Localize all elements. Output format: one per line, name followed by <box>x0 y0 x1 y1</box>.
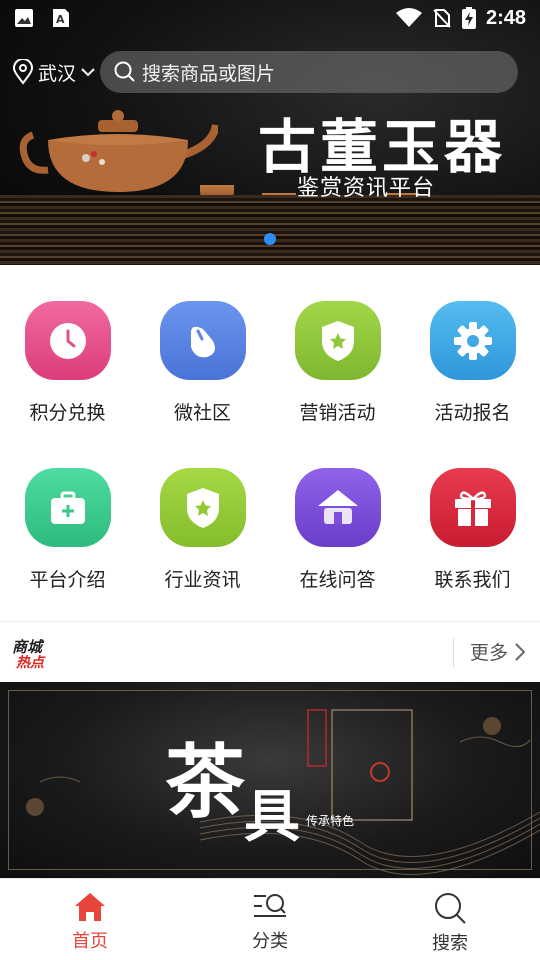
feature-grid: 积分兑换 微社区 营销活动 活动报名 平台介绍 行业资讯 在线问答 联系我们 <box>0 265 540 621</box>
grid-item-label: 行业资讯 <box>164 569 241 591</box>
mall-hot-logo: 商城 热点 <box>12 638 44 671</box>
grid-item-event-signup[interactable]: 活动报名 <box>405 265 540 425</box>
medkit-icon <box>24 468 111 547</box>
grid-item-micro-community[interactable]: 微社区 <box>135 265 270 425</box>
wifi-icon <box>395 8 422 27</box>
mall-hot-header: 商城 热点 更多 <box>0 622 540 682</box>
tea-set-banner[interactable]: 茶 具 传承特色 <box>0 682 540 878</box>
more-separator <box>453 638 454 668</box>
search-placeholder: 搜索商品或图片 <box>142 62 276 85</box>
category-search-icon <box>254 894 286 917</box>
teapot-image <box>19 110 218 208</box>
grid-item-platform-intro[interactable]: 平台介绍 <box>0 432 135 592</box>
grid-item-label: 在线问答 <box>299 569 376 591</box>
shield-star-icon <box>294 301 381 380</box>
grid-item-contact-us[interactable]: 联系我们 <box>405 432 540 592</box>
grid-item-online-qa[interactable]: 在线问答 <box>270 432 405 592</box>
grid-item-label: 营销活动 <box>299 402 376 424</box>
grid-item-industry-news[interactable]: 行业资讯 <box>135 432 270 592</box>
city-label: 武汉 <box>38 62 77 85</box>
chevron-down-icon <box>81 68 95 77</box>
battery-charging-icon <box>461 7 476 29</box>
a-letter-icon: A <box>53 9 69 27</box>
tea-banner-char2: 具 <box>244 785 300 850</box>
gift-icon <box>429 468 516 547</box>
grid-item-label: 微社区 <box>173 402 231 424</box>
grid-item-points-exchange[interactable]: 积分兑换 <box>0 265 135 425</box>
more-label: 更多 <box>469 642 508 664</box>
grid-item-label: 活动报名 <box>434 402 511 424</box>
status-bar: A 2:48 <box>0 0 540 36</box>
nav-home[interactable]: 首页 <box>0 879 180 960</box>
grid-item-label: 联系我们 <box>434 569 511 591</box>
house-icon <box>294 468 381 547</box>
nav-label: 首页 <box>72 931 108 952</box>
grid-item-marketing[interactable]: 营销活动 <box>270 265 405 425</box>
top-bar: 武汉 搜索商品或图片 <box>0 50 540 94</box>
nav-category[interactable]: 分类 <box>180 879 360 960</box>
bamboo-mat <box>0 195 540 265</box>
shield-star-icon <box>159 468 246 547</box>
search-input[interactable]: 搜索商品或图片 <box>100 51 518 93</box>
grid-item-label: 平台介绍 <box>29 569 106 591</box>
clock-icon <box>24 301 111 380</box>
status-time: 2:48 <box>485 6 526 29</box>
image-icon <box>15 9 33 27</box>
hero-banner[interactable]: 古董玉器 鉴赏资讯平台 <box>0 0 540 265</box>
bottom-nav: 首页 分类 搜索 <box>0 878 540 960</box>
svg-text:A: A <box>56 13 65 26</box>
banner-subtitle: 鉴赏资讯平台 <box>297 176 436 201</box>
search-icon <box>114 61 135 82</box>
nav-search[interactable]: 搜索 <box>360 879 540 960</box>
nav-label: 搜索 <box>432 933 468 954</box>
mouse-icon <box>159 301 246 380</box>
nav-label: 分类 <box>252 931 288 952</box>
grid-item-label: 积分兑换 <box>29 402 106 424</box>
tea-banner-char1: 茶 <box>165 736 245 829</box>
more-link[interactable]: 更多 <box>470 638 526 665</box>
chevron-right-icon <box>515 642 526 661</box>
search-icon <box>435 893 466 924</box>
carousel-indicator[interactable] <box>264 233 276 245</box>
home-icon <box>75 893 105 921</box>
location-pin-icon <box>12 59 34 85</box>
no-sim-icon <box>433 9 451 28</box>
city-selector[interactable]: 武汉 <box>12 59 96 86</box>
gear-icon <box>429 301 516 380</box>
tea-banner-caption: 传承特色 <box>306 814 355 828</box>
